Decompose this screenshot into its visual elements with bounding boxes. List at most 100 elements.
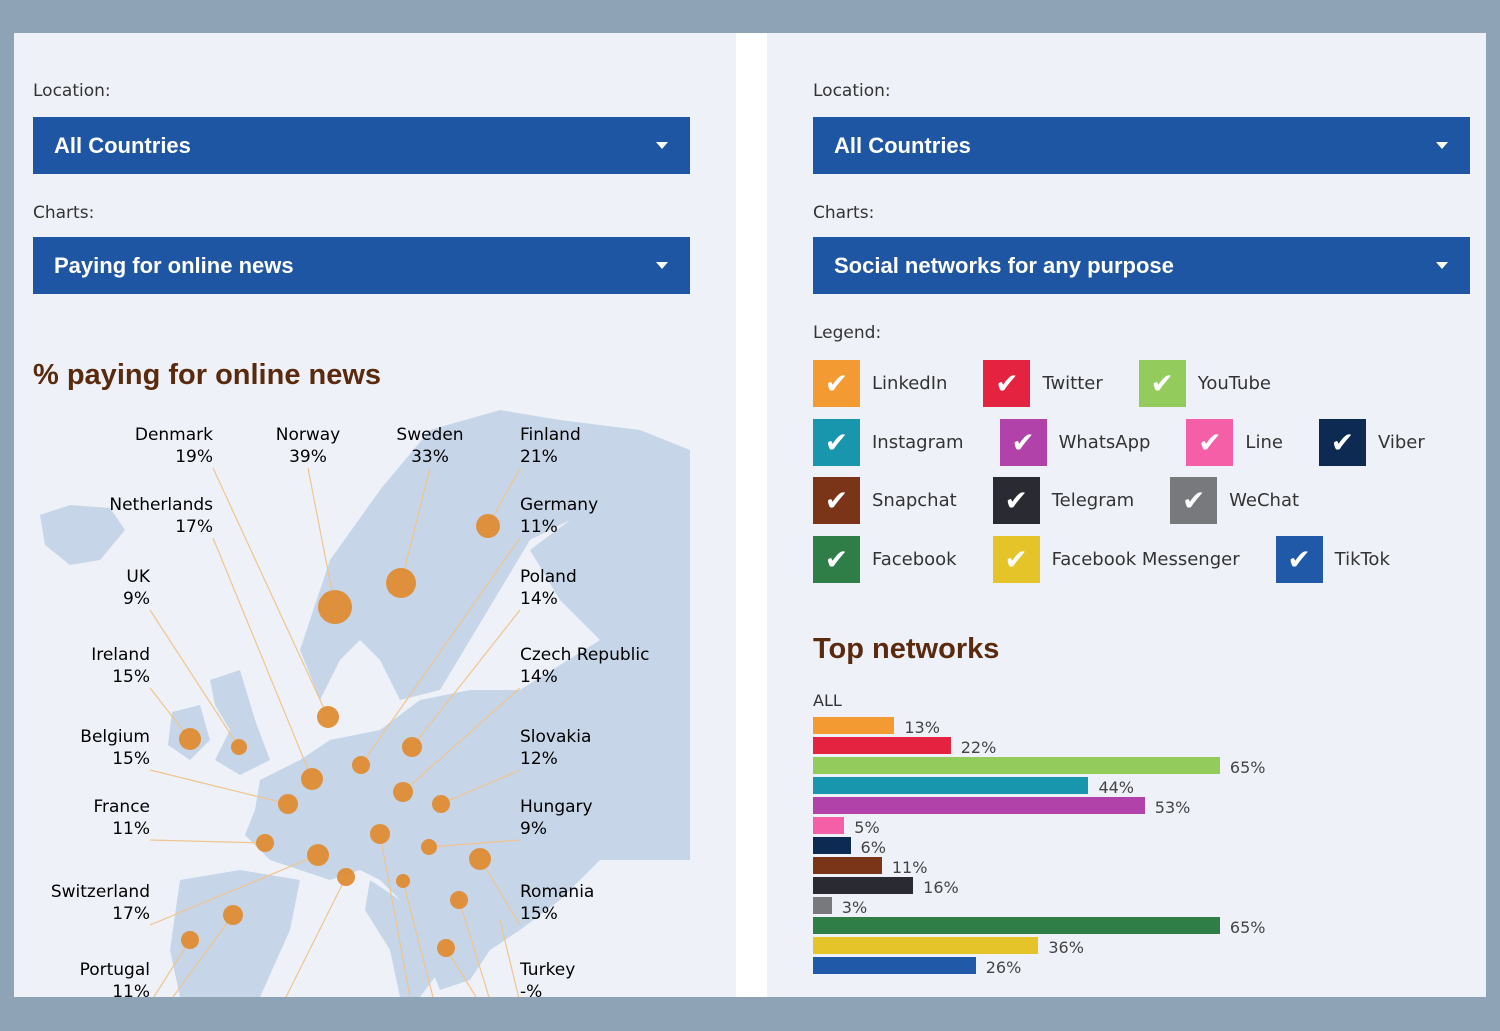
legend-item-linkedin[interactable]: ✔ LinkedIn [813,360,947,407]
marker-denmark[interactable] [317,706,339,728]
country-value: 17% [175,517,213,537]
checkbox-checked-icon[interactable]: ✔ [1138,360,1186,407]
country-value: 11% [112,819,150,839]
legend-label: Telegram [1051,490,1135,511]
legend-item-youtube[interactable]: ✔ YouTube [1138,360,1271,407]
legend-label: Snapchat [872,490,957,511]
country-marker[interactable] [370,824,390,844]
legend-item-facebook-messenger[interactable]: ✔ Facebook Messenger [992,535,1240,583]
marker-belgium[interactable] [278,794,298,814]
checkbox-checked-icon[interactable]: ✔ [983,360,1031,407]
marker-norway[interactable] [318,590,352,624]
left-panel: Location: All Countries Charts: Paying f… [14,33,736,997]
bar-value-label: 6% [860,838,886,857]
country-value: -% [520,982,542,997]
checkbox-checked-icon[interactable]: ✔ [1170,477,1218,524]
checkbox-checked-icon[interactable]: ✔ [992,535,1040,583]
bar-value-label: 11% [891,858,928,877]
country-name: Norway [276,425,341,445]
legend-item-facebook[interactable]: ✔ Facebook [813,535,957,583]
bar-facebook [813,917,1220,934]
bar-value-label: 26% [985,958,1022,977]
country-name: UK [126,567,150,587]
legend-item-whatsapp[interactable]: ✔ WhatsApp [999,418,1151,466]
country-value: 14% [520,589,558,609]
checkbox-checked-icon[interactable]: ✔ [999,418,1047,466]
bar-value-label: 13% [904,718,940,737]
marker-hungary[interactable] [421,839,437,855]
legend-label: Viber [1377,431,1425,453]
country-name: Finland [520,425,581,445]
checkbox-checked-icon[interactable]: ✔ [1275,535,1323,583]
bar-telegram [813,877,914,894]
marker-slovakia[interactable] [432,795,450,813]
legend-label: Facebook [872,548,957,570]
country-marker[interactable] [337,868,355,886]
marker-czech-republic[interactable] [393,782,413,802]
bar-whatsapp [813,797,1145,814]
bar-value-label: 3% [841,898,868,917]
caret-down-icon [1436,142,1448,149]
europe-map: Denmark19% Norway39% Sweden33% Finland21% Ne… [40,410,690,997]
legend-item-viber[interactable]: ✔ Viber [1318,418,1425,466]
legend-label: Facebook Messenger [1051,548,1240,570]
marker-sweden[interactable] [386,568,416,598]
checkbox-checked-icon[interactable]: ✔ [813,535,860,583]
country-marker[interactable] [450,891,468,909]
marker-romania[interactable] [469,848,491,870]
marker-germany[interactable] [352,756,370,774]
bar-value-label: 53% [1154,798,1191,817]
group-label: ALL [813,691,842,710]
legend-item-wechat[interactable]: ✔ WeChat [1170,477,1299,524]
checkbox-checked-icon[interactable]: ✔ [992,477,1040,524]
legend-item-instagram[interactable]: ✔ Instagram [813,418,964,466]
bar-facebook-messenger [813,937,1039,954]
country-value: 33% [411,447,449,467]
checkbox-checked-icon[interactable]: ✔ [1318,418,1366,466]
country-value: 11% [112,982,150,997]
charts-dropdown[interactable]: Social networks for any purpose [813,237,1470,294]
chart-title: Top networks [813,633,1000,665]
marker-france[interactable] [256,834,274,852]
country-value: 12% [520,749,558,769]
legend-item-tiktok[interactable]: ✔ TikTok [1275,535,1390,583]
country-name: France [93,797,150,817]
country-name: Belgium [80,727,150,747]
legend-item-telegram[interactable]: ✔ Telegram [992,477,1135,524]
country-name: Denmark [135,425,213,445]
country-name: Slovakia [520,727,591,747]
legend-item-line[interactable]: ✔ Line [1186,418,1283,466]
bar-twitter [813,737,951,754]
marker-finland[interactable] [476,514,500,538]
charts-value: Social networks for any purpose [834,253,1174,278]
checkbox-checked-icon[interactable]: ✔ [813,477,860,524]
bar-wechat [813,897,832,914]
legend-label: Legend: [813,323,882,343]
bar-linkedin [813,717,895,734]
legend-item-twitter[interactable]: ✔ Twitter [983,360,1103,407]
location-value: All Countries [834,133,971,158]
legend-label: WhatsApp [1058,431,1151,453]
checkbox-checked-icon[interactable]: ✔ [1186,418,1234,466]
marker-ireland[interactable] [179,728,201,750]
country-name: Switzerland [51,882,150,902]
marker-uk[interactable] [231,739,247,755]
marker-switzerland[interactable] [307,844,329,866]
country-name: Netherlands [109,495,213,515]
checkbox-checked-icon[interactable]: ✔ [813,418,860,466]
marker-netherlands[interactable] [301,768,323,790]
country-marker[interactable] [396,874,410,888]
location-dropdown[interactable]: All Countries [813,117,1470,174]
marker-portugal[interactable] [181,931,199,949]
country-name: Hungary [520,797,593,817]
legend-row: ✔ Instagram ✔ WhatsApp ✔ Line ✔ Viber [813,418,1461,466]
bar-value-label: 36% [1048,938,1084,957]
country-marker[interactable] [437,939,455,957]
bar-snapchat [813,857,882,874]
legend-item-snapchat[interactable]: ✔ Snapchat [813,477,957,524]
marker-poland[interactable] [402,737,422,757]
country-name: Turkey [519,960,575,980]
country-marker[interactable] [223,905,243,925]
checkbox-checked-icon[interactable]: ✔ [813,360,860,407]
location-label: Location: [813,81,891,101]
